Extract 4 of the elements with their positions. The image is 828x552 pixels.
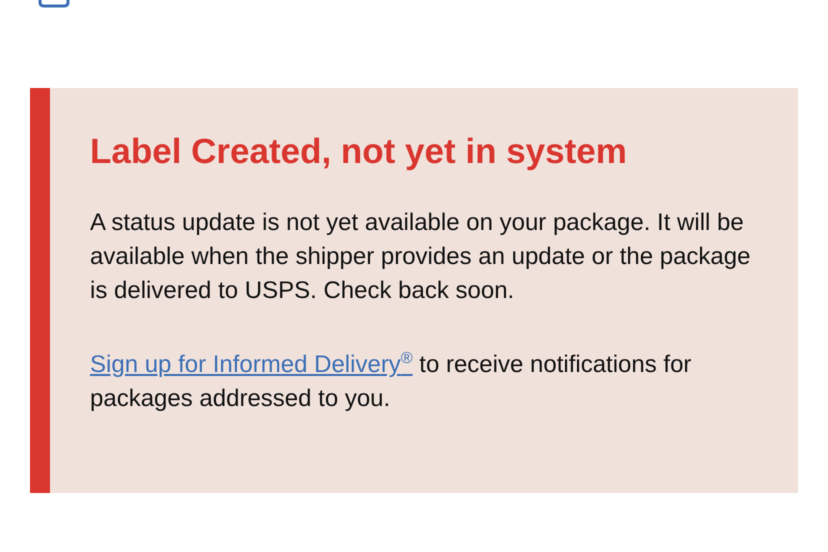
status-message: A status update is not yet available on your package. It will be available when the shipper provides an update or the package is delivered to USPS. Check back soon. [90,208,752,306]
alert-title: Label Created, not yet in system [90,131,628,173]
informed-delivery-link[interactable]: Sign up for Informed Delivery$^{®}$ [90,351,413,378]
informed-delivery-text: Sign up for Informed Delivery$^{®}$ to receive notifications for packages addressed to you. [90,349,692,414]
